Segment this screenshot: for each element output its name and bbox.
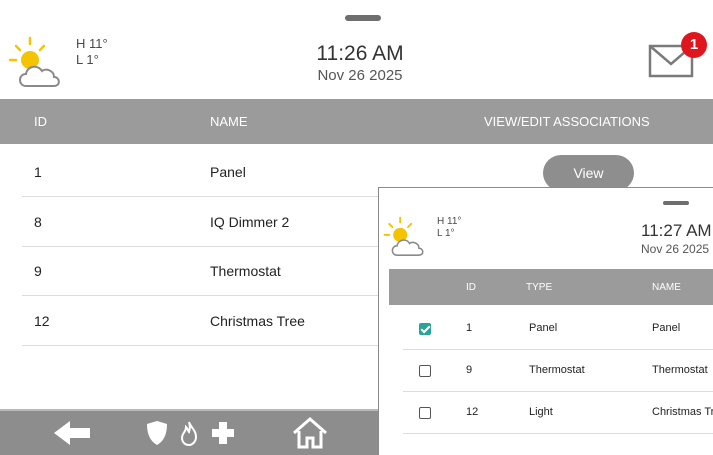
row-name: Panel	[210, 164, 246, 180]
temperature-high: H 11°	[437, 216, 462, 227]
row-name: Thermostat	[210, 263, 281, 279]
association-checkbox[interactable]	[419, 407, 431, 419]
row-type: Panel	[529, 322, 558, 334]
medical-button[interactable]	[208, 411, 238, 455]
column-header-name: NAME	[210, 114, 248, 129]
clock-date: Nov 26 2025	[641, 242, 710, 256]
home-button[interactable]	[290, 411, 330, 455]
temperature-low: L 1°	[437, 228, 455, 239]
table-header: ID NAME VIEW/EDIT ASSOCIATIONS	[0, 99, 713, 144]
pull-down-handle[interactable]	[345, 15, 381, 21]
row-name: Thermostat	[652, 364, 708, 376]
row-name: IQ Dimmer 2	[210, 214, 290, 230]
table-header: ID TYPE NAME	[389, 269, 713, 305]
clock-time: 11:27 AM	[641, 221, 712, 240]
row-id: 1	[34, 164, 42, 180]
temperature-low: L 1°	[76, 52, 99, 67]
table-row[interactable]: 9 Thermostat Thermostat	[403, 351, 713, 392]
unread-badge: 1	[681, 32, 707, 58]
partly-sunny-icon	[8, 36, 60, 87]
partly-sunny-icon	[383, 216, 424, 256]
back-arrow-icon	[54, 421, 90, 445]
security-shield-icon	[147, 421, 167, 445]
table-row[interactable]: 1 Panel Panel	[403, 309, 713, 350]
association-checkbox[interactable]	[419, 365, 431, 377]
messages-button[interactable]: 1	[648, 32, 710, 80]
row-name: Panel	[652, 322, 681, 334]
clock: 11:27 AM Nov 26 2025	[641, 221, 713, 257]
weather-widget[interactable]: H 11° L 1°	[383, 216, 473, 260]
pull-down-handle[interactable]	[663, 201, 689, 205]
row-id: 1	[466, 322, 473, 334]
view-associations-button[interactable]: View	[543, 155, 634, 191]
row-type: Light	[529, 406, 553, 418]
row-id: 12	[466, 406, 479, 418]
table-row[interactable]: 12 Light Christmas Tree	[403, 393, 713, 434]
bottom-nav-bar	[0, 409, 380, 455]
column-header-name: NAME	[652, 282, 681, 293]
clock: 11:26 AM Nov 26 2025	[250, 42, 470, 86]
home-icon	[293, 417, 327, 449]
clock-time: 11:26 AM	[316, 42, 404, 65]
weather-widget[interactable]: H 11° L 1°	[8, 36, 108, 92]
column-header-id: ID	[466, 282, 476, 293]
column-header-associations: VIEW/EDIT ASSOCIATIONS	[484, 114, 650, 129]
row-id: 9	[34, 263, 42, 279]
row-id: 12	[34, 313, 50, 329]
row-id: 9	[466, 364, 473, 376]
row-name: Christmas Tree	[210, 313, 305, 329]
security-button[interactable]	[142, 411, 172, 455]
clock-date: Nov 26 2025	[317, 67, 403, 84]
medical-cross-icon	[212, 422, 234, 444]
row-type: Thermostat	[529, 364, 585, 376]
association-checkbox[interactable]	[419, 323, 431, 335]
temperature-high: H 11°	[76, 36, 108, 51]
column-header-id: ID	[34, 114, 47, 129]
back-button[interactable]	[50, 411, 94, 455]
fire-button[interactable]	[176, 411, 202, 455]
associations-detail-screen: H 11° L 1° 11:27 AM Nov 26 2025 ID TYPE …	[378, 187, 713, 455]
column-header-type: TYPE	[526, 282, 553, 293]
device-screen: H 11° L 1° 11:26 AM Nov 26 2025 1 ID NAM…	[0, 0, 713, 455]
row-name: Christmas Tree	[652, 406, 713, 418]
fire-icon	[180, 421, 198, 446]
row-id: 8	[34, 214, 42, 230]
